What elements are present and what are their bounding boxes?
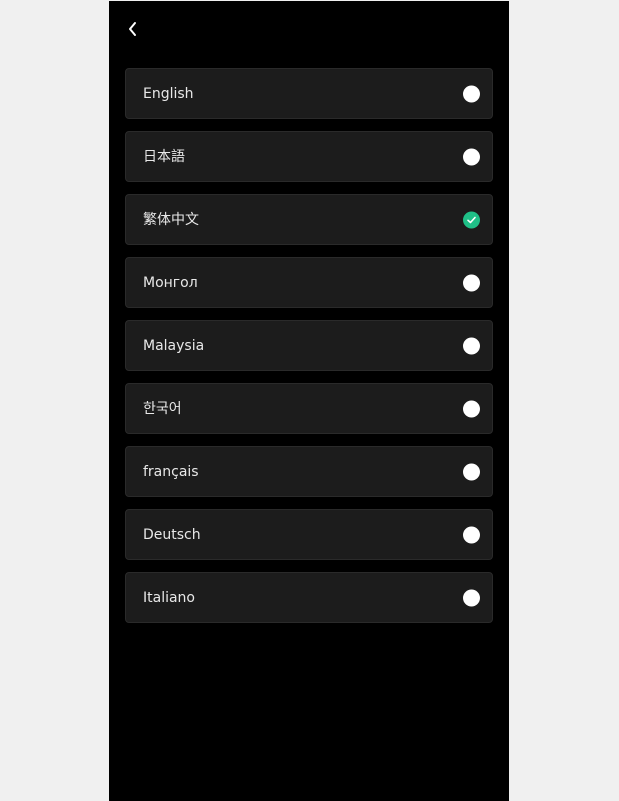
radio-unchecked-icon[interactable] [463,400,480,417]
radio-unchecked-icon[interactable] [463,337,480,354]
language-option-malaysia[interactable]: Malaysia [125,320,493,371]
checkmark-icon [467,216,476,223]
language-option-traditional-chinese[interactable]: 繁体中文 [125,194,493,245]
language-label: 日本語 [143,148,185,165]
language-label: Монгол [143,274,198,291]
language-option-mongolian[interactable]: Монгол [125,257,493,308]
radio-unchecked-icon[interactable] [463,274,480,291]
radio-unchecked-icon[interactable] [463,589,480,606]
radio-unchecked-icon[interactable] [463,85,480,102]
radio-unchecked-icon[interactable] [463,148,480,165]
language-label: English [143,85,194,102]
language-option-french[interactable]: français [125,446,493,497]
language-settings-screen: English 日本語 繁体中文 Монгол Malaysia 한국어 fra… [109,1,509,801]
radio-unchecked-icon[interactable] [463,463,480,480]
language-option-german[interactable]: Deutsch [125,509,493,560]
language-list: English 日本語 繁体中文 Монгол Malaysia 한국어 fra… [125,68,493,635]
language-option-korean[interactable]: 한국어 [125,383,493,434]
language-label: Deutsch [143,526,201,543]
chevron-left-icon [129,22,136,36]
radio-unchecked-icon[interactable] [463,526,480,543]
back-button[interactable] [121,15,145,43]
language-option-italian[interactable]: Italiano [125,572,493,623]
language-label: 繁体中文 [143,211,199,228]
language-label: Italiano [143,589,195,606]
language-option-japanese[interactable]: 日本語 [125,131,493,182]
language-label: 한국어 [143,400,182,417]
radio-checked-icon[interactable] [463,211,480,228]
language-label: français [143,463,199,480]
language-option-english[interactable]: English [125,68,493,119]
language-label: Malaysia [143,337,205,354]
